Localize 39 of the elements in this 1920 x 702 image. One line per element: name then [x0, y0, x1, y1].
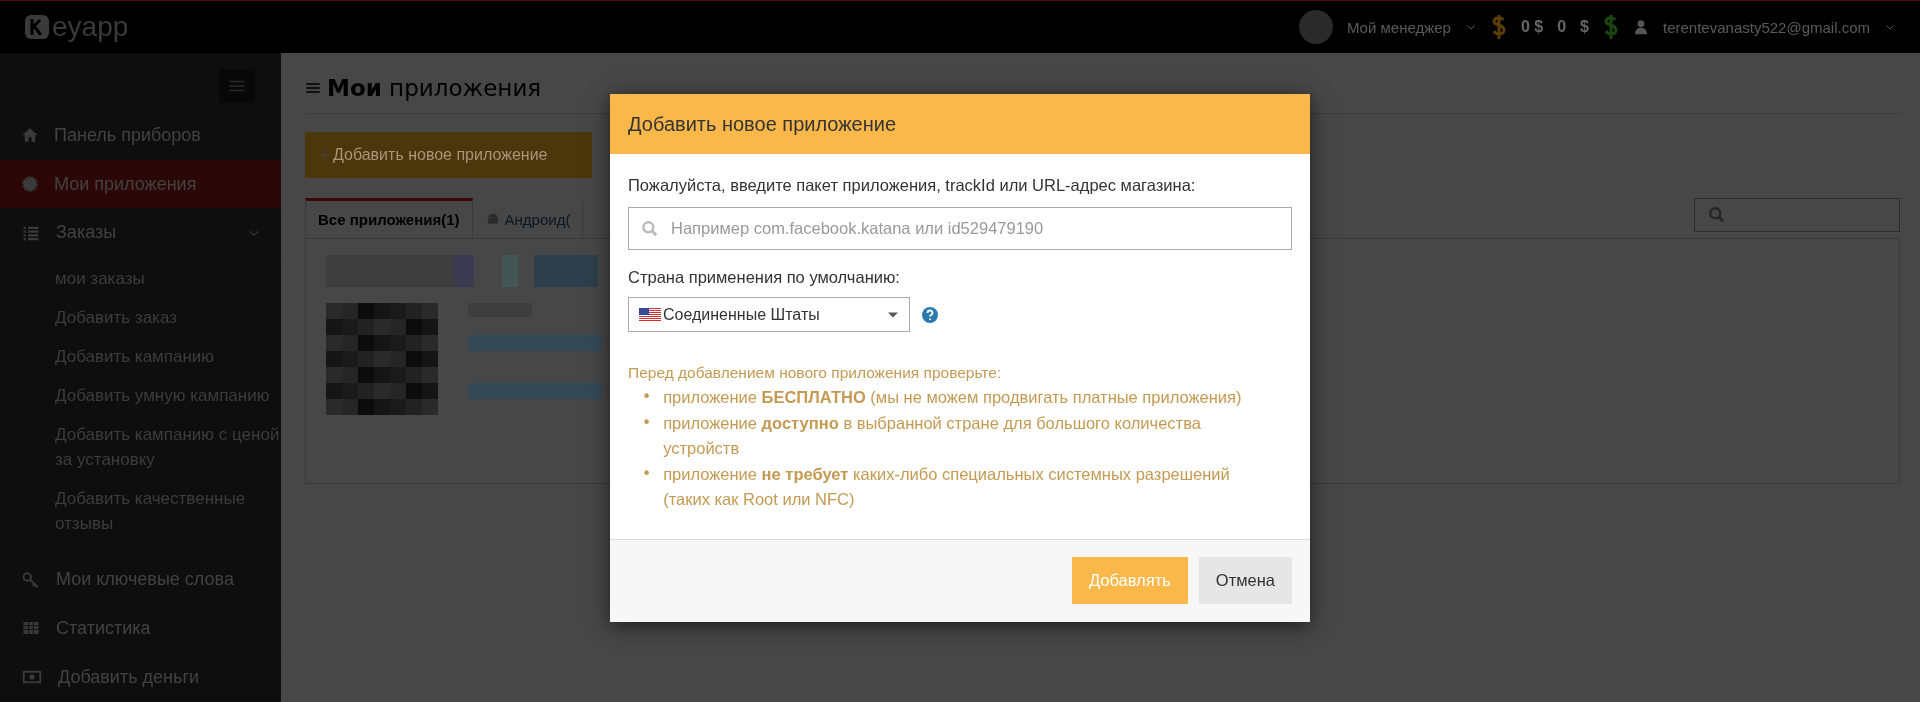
home-icon [20, 126, 40, 145]
manager-menu[interactable]: Мой менеджер [1346, 18, 1451, 36]
bullet: • [642, 387, 652, 408]
search-icon [1707, 205, 1727, 225]
sidebar-item[interactable]: Мои приложения [0, 160, 281, 209]
menu-button[interactable] [219, 69, 255, 104]
page-title: Мои приложения [327, 75, 542, 101]
search-field[interactable] [1694, 198, 1900, 232]
tab[interactable]: Андроид( [472, 198, 584, 238]
menu-icon [305, 80, 321, 96]
country-label: Страна применения по умолчанию: [628, 268, 901, 287]
logo-icon [24, 14, 50, 40]
package-field[interactable]: Например com.facebook.katana или id529479190 [628, 207, 1292, 250]
dollar-icon [1490, 13, 1507, 41]
checklist-item: приложение не требует каких-либо специальных системных разрешений (таких как Root или NFC) [663, 463, 1231, 510]
user-icon [1633, 18, 1649, 36]
dollar-icon [1603, 13, 1619, 41]
gear-icon [20, 175, 40, 194]
search-icon [640, 219, 660, 239]
bonus-balance: 0 [1557, 18, 1567, 36]
cancel-button[interactable]: Отмена [1198, 556, 1292, 604]
bullet: • [642, 463, 652, 485]
currency-label: $ [1580, 18, 1589, 36]
avatar[interactable] [1298, 10, 1333, 44]
package-label: Пожалуйста, введите пакет приложения, trackId или URL-адрес магазина: [628, 176, 1197, 195]
tab[interactable]: Все приложения(1) [305, 198, 473, 238]
country-select[interactable]: Соединенные Штаты [628, 297, 910, 332]
help-icon[interactable] [922, 306, 938, 323]
dialog-title: Добавить новое приложение [610, 94, 1310, 154]
note-text: Перед добавлением нового приложения проверьте: [628, 363, 1003, 383]
flag-icon [639, 307, 661, 322]
add-app-button[interactable]: Добавить новое приложение [305, 132, 592, 178]
add-button[interactable]: Добавлять [1071, 556, 1188, 604]
plus-icon [319, 149, 331, 161]
account-menu[interactable]: terentevanasty522@gmail.com [1663, 18, 1870, 36]
bullet: • [642, 412, 652, 434]
logo-text: eyapp [52, 11, 129, 43]
checklist-item: приложение БЕСПЛАТНО (мы не можем продвигать платные приложения) [663, 387, 1243, 408]
balance: 0 $ [1520, 18, 1544, 36]
